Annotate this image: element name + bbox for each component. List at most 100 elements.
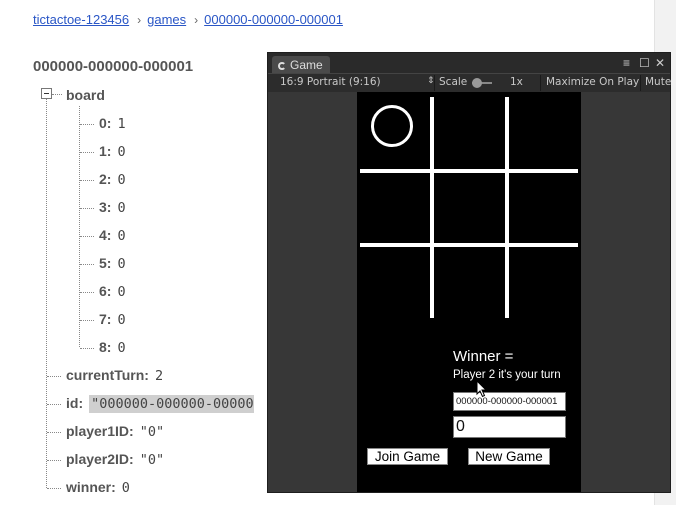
board-item-3[interactable]: 3: 0: [99, 199, 126, 216]
node-value: 0: [117, 340, 126, 356]
field-current-turn[interactable]: currentTurn: 2: [66, 367, 163, 384]
tree-line: [80, 292, 94, 293]
tree-line: [80, 180, 94, 181]
new-game-button[interactable]: New Game: [468, 448, 550, 465]
field-id[interactable]: id: "000000-000000-00000: [66, 395, 254, 413]
node-key: winner:: [66, 479, 116, 495]
grid-line: [505, 97, 509, 318]
node-key: 4:: [99, 227, 112, 243]
game-toolbar: 16:9 Portrait (9:16) ⇕ Scale 1x Maximize…: [268, 73, 671, 93]
node-value: 0: [117, 284, 126, 300]
join-game-button[interactable]: Join Game: [367, 448, 448, 465]
maximize-icon[interactable]: ☐: [639, 56, 650, 70]
node-key: 0:: [99, 115, 112, 131]
menu-icon[interactable]: ≡: [623, 56, 630, 70]
tree-line: [80, 236, 94, 237]
toolbar-divider: [640, 75, 641, 91]
tree-line: [80, 124, 94, 125]
node-key: 8:: [99, 339, 112, 355]
field-winner[interactable]: winner: 0: [66, 479, 130, 496]
game-area: Winner = Player 2 it's your turn 000000-…: [268, 92, 670, 492]
scale-slider-thumb[interactable]: [472, 78, 482, 88]
close-icon[interactable]: ✕: [655, 56, 665, 70]
node-value: 1: [117, 116, 126, 132]
breadcrumb: tictactoe-123456 › games › 000000-000000-000…: [33, 12, 343, 27]
grid-line: [360, 243, 578, 247]
grid-line: [430, 97, 434, 318]
node-key: player1ID:: [66, 423, 134, 439]
node-key: id:: [66, 395, 84, 411]
game-viewport[interactable]: Winner = Player 2 it's your turn 000000-…: [357, 92, 581, 492]
breadcrumb-games[interactable]: games: [147, 12, 186, 27]
grid-line: [360, 169, 578, 173]
node-value: "0": [139, 452, 165, 468]
winner-label: Winner =: [453, 348, 514, 365]
toolbar-divider: [434, 75, 435, 91]
board-item-2[interactable]: 2: 0: [99, 171, 126, 188]
status-label: Player 2 it's your turn: [453, 369, 561, 381]
tree-line: [47, 432, 61, 433]
board-item-7[interactable]: 7: 0: [99, 311, 126, 328]
board-item-1[interactable]: 1: 0: [99, 143, 126, 160]
game-id-input[interactable]: 000000-000000-000001: [453, 392, 566, 411]
o-mark-icon: [371, 105, 413, 147]
aspect-dropdown[interactable]: 16:9 Portrait (9:16): [280, 76, 381, 88]
node-key: currentTurn:: [66, 367, 149, 383]
tree-line: [80, 348, 94, 349]
breadcrumb-separator: ›: [194, 13, 199, 27]
game-window: Game ≡ ☐ ✕ 16:9 Portrait (9:16) ⇕ Scale …: [267, 52, 671, 493]
node-value: 0: [117, 172, 126, 188]
maximize-on-play-toggle[interactable]: Maximize On Play: [546, 76, 639, 88]
tree-line: [80, 320, 94, 321]
tree-line: [80, 152, 94, 153]
node-value: "0": [139, 424, 165, 440]
board-item-0[interactable]: 0: 1: [99, 115, 126, 132]
tree-line: [47, 376, 61, 377]
tree-line: [52, 94, 62, 95]
node-key: 3:: [99, 199, 112, 215]
tree-line: [47, 460, 61, 461]
board-item-8[interactable]: 8: 0: [99, 339, 126, 356]
field-player2-id[interactable]: player2ID: "0": [66, 451, 164, 468]
turn-input[interactable]: 0: [453, 416, 566, 438]
board-item-6[interactable]: 6: 0: [99, 283, 126, 300]
tree-line: [47, 488, 61, 489]
collapse-toggle-icon[interactable]: [41, 88, 52, 99]
tree-line: [79, 106, 80, 347]
toolbar-divider: [540, 75, 541, 91]
node-value: 0: [121, 480, 130, 496]
tab-game[interactable]: Game: [272, 56, 330, 74]
tree-line: [46, 98, 47, 488]
tree-line: [80, 208, 94, 209]
root-key[interactable]: 000000-000000-000001: [33, 58, 193, 75]
node-value: 0: [117, 312, 126, 328]
mute-toggle[interactable]: Mute: [645, 76, 671, 88]
node-key: 6:: [99, 283, 112, 299]
breadcrumb-separator: ›: [137, 13, 142, 27]
scale-label: Scale: [439, 76, 468, 88]
tree-line: [80, 264, 94, 265]
scale-value: 1x: [510, 76, 523, 88]
game-tab-icon: [278, 62, 286, 70]
tab-game-label: Game: [290, 58, 323, 72]
node-key: 1:: [99, 143, 112, 159]
node-value: 0: [117, 144, 126, 160]
node-key: 7:: [99, 311, 112, 327]
breadcrumb-game-id[interactable]: 000000-000000-000001: [204, 12, 343, 27]
tree-line: [47, 404, 61, 405]
node-value: 0: [117, 256, 126, 272]
board-node[interactable]: board: [66, 87, 105, 103]
node-value: 0: [117, 228, 126, 244]
game-window-titlebar[interactable]: Game ≡ ☐ ✕: [268, 53, 670, 74]
breadcrumb-project[interactable]: tictactoe-123456: [33, 12, 129, 27]
node-value-selected[interactable]: "000000-000000-00000: [89, 395, 254, 413]
node-key: 2:: [99, 171, 112, 187]
board-item-4[interactable]: 4: 0: [99, 227, 126, 244]
node-value: 2: [154, 368, 164, 384]
node-value: 0: [117, 200, 126, 216]
node-key: player2ID:: [66, 451, 134, 467]
field-player1-id[interactable]: player1ID: "0": [66, 423, 164, 440]
node-key: board: [66, 87, 105, 103]
board-item-5[interactable]: 5: 0: [99, 255, 126, 272]
node-key: 5:: [99, 255, 112, 271]
